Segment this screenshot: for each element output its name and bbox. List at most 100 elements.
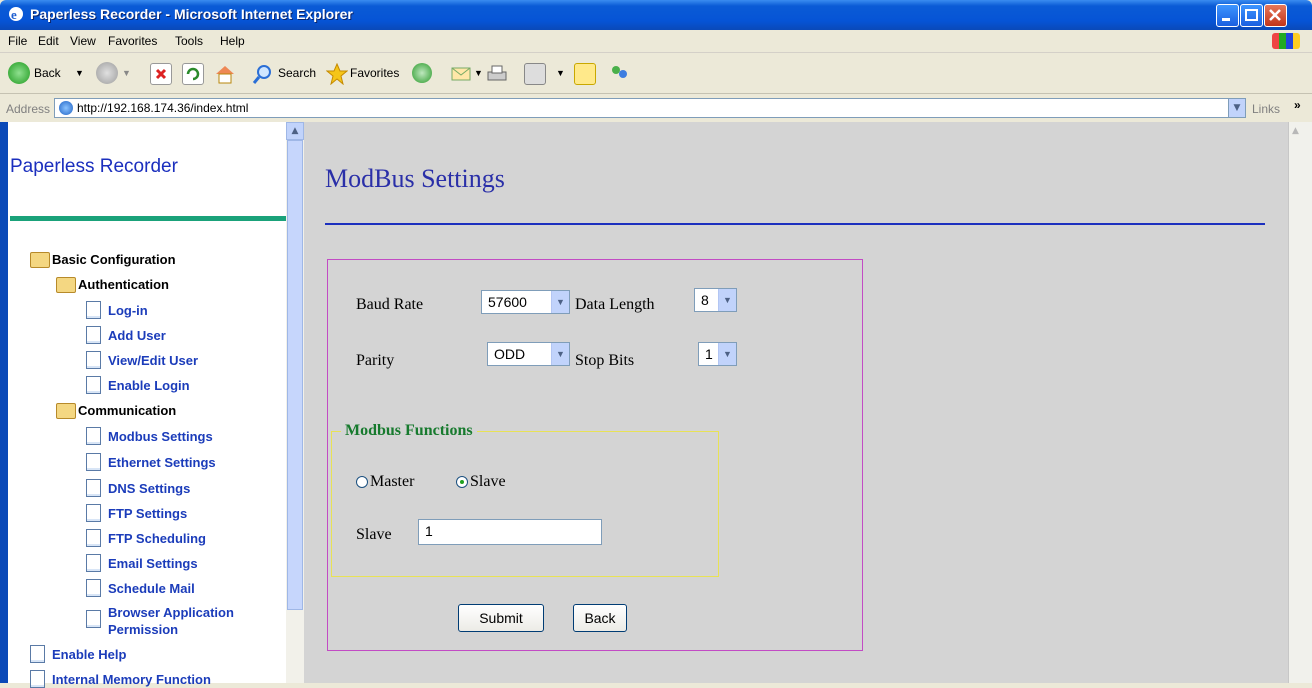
edit-icon[interactable] — [524, 63, 546, 85]
address-url: http://192.168.174.36/index.html — [77, 101, 249, 115]
back-arrow-icon[interactable] — [8, 62, 30, 84]
tree-enable-help[interactable]: Enable Help — [52, 647, 126, 662]
document-icon — [30, 670, 45, 688]
parity-label: Parity — [356, 352, 395, 369]
slave-radio[interactable] — [456, 476, 468, 488]
data-length-label: Data Length — [575, 296, 655, 313]
back-button[interactable]: Back — [573, 604, 627, 632]
slave-radio-label[interactable]: Slave — [470, 473, 506, 491]
parity-value: ODD — [494, 346, 526, 362]
master-label[interactable]: Master — [370, 473, 414, 491]
tree-communication[interactable]: Communication — [78, 403, 176, 418]
document-icon — [86, 376, 101, 394]
tree-internal-memory-function[interactable]: Internal Memory Function — [52, 672, 211, 687]
tree-ethernet-settings[interactable]: Ethernet Settings — [108, 455, 216, 470]
menu-favorites[interactable]: Favorites — [108, 34, 157, 48]
back-dropdown-icon[interactable]: ▼ — [75, 68, 84, 78]
search-icon[interactable] — [252, 63, 272, 84]
document-icon — [86, 453, 101, 471]
modbus-functions-legend: Modbus Functions — [341, 422, 477, 440]
tree-schedule-mail[interactable]: Schedule Mail — [108, 581, 195, 596]
data-length-value: 8 — [701, 292, 709, 308]
document-icon — [86, 504, 101, 522]
links-label[interactable]: Links — [1252, 102, 1280, 116]
document-icon — [30, 645, 45, 663]
chevron-down-icon: ▼ — [718, 289, 736, 311]
parity-select[interactable]: ODD ▼ — [487, 342, 570, 366]
document-icon — [86, 301, 101, 319]
forward-dropdown-icon[interactable]: ▼ — [122, 68, 131, 78]
baud-rate-label: Baud Rate — [356, 296, 424, 313]
tree-authentication[interactable]: Authentication — [78, 277, 169, 292]
sidebar-divider — [10, 216, 286, 221]
discuss-icon[interactable] — [574, 63, 596, 85]
chevron-down-icon: ▼ — [718, 343, 736, 365]
slave-id-input[interactable]: 1 — [418, 519, 602, 545]
page-title: ModBus Settings — [325, 164, 505, 193]
tree-enable-login[interactable]: Enable Login — [108, 378, 190, 393]
tree-add-user[interactable]: Add User — [108, 328, 166, 343]
history-icon[interactable] — [412, 63, 432, 83]
tree-modbus-settings[interactable]: Modbus Settings — [108, 429, 213, 444]
menu-view[interactable]: View — [70, 34, 96, 48]
address-label: Address — [6, 102, 51, 116]
print-icon[interactable] — [486, 63, 507, 83]
baud-rate-value: 57600 — [488, 294, 527, 310]
home-icon[interactable] — [214, 63, 234, 84]
document-icon — [86, 326, 101, 344]
favorites-star-icon[interactable] — [325, 62, 349, 86]
menu-help[interactable]: Help — [220, 34, 245, 48]
stop-icon[interactable] — [150, 63, 172, 85]
master-radio[interactable] — [356, 476, 368, 488]
tree-view-edit-user[interactable]: View/Edit User — [108, 353, 198, 368]
baud-rate-select[interactable]: 57600 ▼ — [481, 290, 570, 314]
refresh-icon[interactable] — [182, 63, 204, 85]
document-icon — [86, 554, 101, 572]
tree-ftp-scheduling[interactable]: FTP Scheduling — [108, 531, 206, 546]
document-icon — [86, 351, 101, 369]
windows-logo-icon — [1272, 33, 1300, 49]
edit-dropdown-icon[interactable]: ▼ — [556, 68, 565, 78]
scrollbar-thumb[interactable] — [287, 140, 303, 610]
favorites-button[interactable]: Favorites — [350, 66, 399, 80]
slave-id-label: Slave — [356, 526, 392, 543]
folder-icon — [30, 252, 50, 268]
tree-browser-application[interactable]: Browser Application — [108, 605, 234, 620]
messenger-icon[interactable] — [608, 63, 628, 83]
stop-bits-label: Stop Bits — [575, 352, 635, 369]
forward-arrow-icon[interactable] — [96, 62, 118, 84]
document-icon — [86, 479, 101, 497]
folder-icon — [56, 403, 76, 419]
window-left-border — [0, 122, 8, 683]
mail-dropdown-icon[interactable]: ▼ — [474, 68, 483, 78]
svg-text:e: e — [11, 7, 17, 22]
tree-ftp-settings[interactable]: FTP Settings — [108, 506, 187, 521]
tree-dns-settings[interactable]: DNS Settings — [108, 481, 190, 496]
content-scrollbar[interactable] — [1288, 122, 1312, 683]
address-dropdown-icon[interactable]: ▼ — [1228, 99, 1245, 117]
menu-file[interactable]: File — [8, 34, 27, 48]
sidebar-title: Paperless Recorder — [10, 156, 178, 177]
scroll-up-icon[interactable]: ▲ — [286, 122, 304, 140]
submit-button[interactable]: Submit — [458, 604, 544, 632]
menu-tools[interactable]: Tools — [175, 34, 203, 48]
mail-icon[interactable] — [450, 63, 471, 83]
scroll-up-icon[interactable]: ▲ — [1292, 126, 1299, 136]
tree-login[interactable]: Log-in — [108, 303, 148, 318]
tree-permission[interactable]: Permission — [108, 622, 178, 637]
window-title: Paperless Recorder - Microsoft Internet … — [30, 6, 353, 22]
links-chevron-icon[interactable]: » — [1294, 98, 1301, 112]
tree-basic-configuration[interactable]: Basic Configuration — [52, 252, 176, 267]
data-length-select[interactable]: 8 ▼ — [694, 288, 737, 312]
minimize-button[interactable] — [1216, 4, 1239, 27]
tree-email-settings[interactable]: Email Settings — [108, 556, 198, 571]
maximize-button[interactable] — [1240, 4, 1263, 27]
menu-edit[interactable]: Edit — [38, 34, 59, 48]
back-button[interactable]: Back — [34, 66, 61, 80]
ie-icon: e — [8, 6, 24, 22]
stop-bits-select[interactable]: 1 ▼ — [698, 342, 737, 366]
search-button[interactable]: Search — [278, 66, 316, 80]
address-input[interactable]: http://192.168.174.36/index.html ▼ — [54, 98, 1246, 118]
close-button[interactable] — [1264, 4, 1287, 27]
folder-icon — [56, 277, 76, 293]
